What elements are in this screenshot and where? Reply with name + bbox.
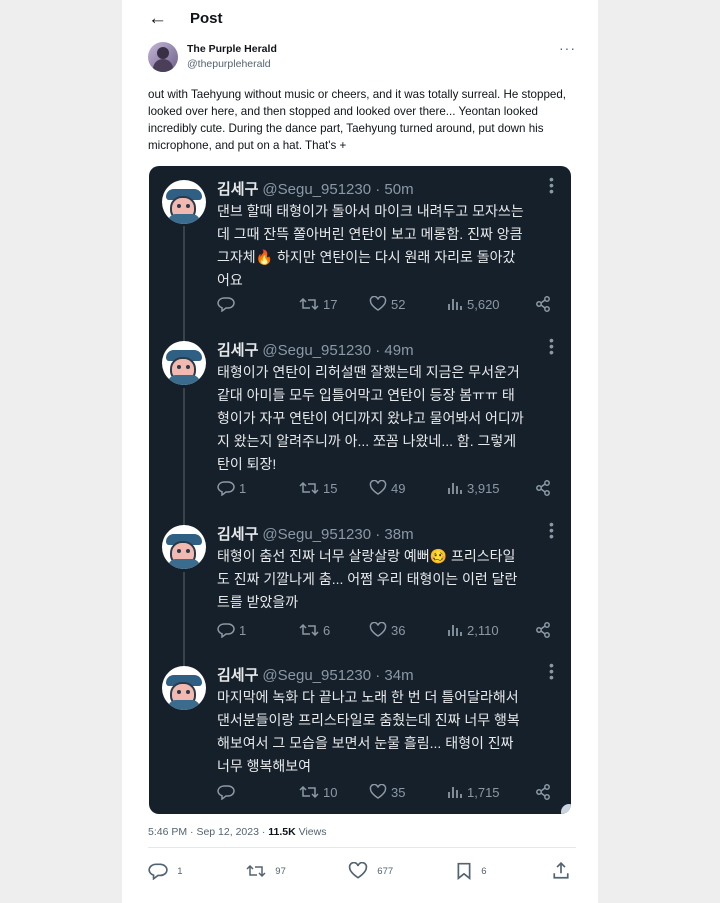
tweet-author-name: 김세구 bbox=[217, 526, 259, 543]
share-icon bbox=[535, 480, 555, 496]
more-icon: • • • bbox=[549, 657, 554, 685]
views-icon: 2,110 bbox=[447, 622, 499, 638]
share-icon bbox=[553, 862, 569, 879]
action-bar: 1 97 677 6 bbox=[148, 862, 576, 882]
author-row: The Purple Herald @thepurpleherald ··· bbox=[148, 40, 576, 76]
tweet-actions: 1 6 36 2,110 bbox=[217, 622, 551, 640]
retweet-icon: 17 bbox=[299, 296, 337, 312]
thread-line bbox=[183, 572, 185, 670]
like-icon: 49 bbox=[369, 480, 405, 496]
share-icon bbox=[535, 622, 555, 638]
reply-icon bbox=[217, 296, 239, 312]
like-icon: 35 bbox=[369, 784, 405, 800]
like-icon: 52 bbox=[369, 296, 405, 312]
retweet-icon: 10 bbox=[299, 784, 337, 800]
arrow-left-icon[interactable]: ← bbox=[148, 8, 167, 30]
reply-button[interactable]: 1 bbox=[148, 862, 183, 880]
like-button[interactable]: 677 bbox=[348, 862, 393, 880]
tweet-author-name: 김세구 bbox=[217, 181, 259, 198]
share-icon bbox=[535, 784, 555, 800]
author-handle[interactable]: @thepurpleherald bbox=[187, 58, 271, 70]
tweet-text: 태형이가 연탄이 리허설땐 잘했는데 지금은 무서운거 같대 아미들 모두 입틀… bbox=[217, 364, 524, 472]
reply-icon: 1 bbox=[217, 480, 246, 496]
page-title: Post bbox=[190, 10, 223, 27]
embedded-screenshot: 김세구 @Segu_951230 · 50m • • • 댄브 할때 태형이가 돌… bbox=[149, 166, 571, 814]
more-icon[interactable]: ··· bbox=[559, 40, 576, 56]
tweet-handle: @Segu_951230 bbox=[262, 342, 372, 359]
tweet-handle: @Segu_951230 bbox=[262, 667, 372, 684]
like-icon: 36 bbox=[369, 622, 405, 638]
thread-line bbox=[183, 388, 185, 526]
tweet-time: 50m bbox=[384, 181, 414, 198]
tweet-handle: @Segu_951230 bbox=[262, 181, 372, 198]
tweet-actions: 10 35 1,715 bbox=[217, 784, 551, 802]
more-icon: • • • bbox=[549, 332, 554, 360]
tweet-text: 댄브 할때 태형이가 돌아서 마이크 내려두고 모자쓰는 데 그때 잔뜩 쫄아버… bbox=[217, 203, 524, 288]
like-icon bbox=[348, 862, 368, 879]
tweet-author-name: 김세구 bbox=[217, 667, 259, 684]
corner-badge bbox=[561, 804, 571, 814]
post-text: out with Taehyung without music or cheer… bbox=[148, 88, 567, 152]
author-name[interactable]: The Purple Herald bbox=[187, 43, 277, 55]
share-button[interactable] bbox=[552, 862, 574, 880]
bookmark-icon bbox=[457, 862, 471, 880]
post-timestamp: 5:46 PM · Sep 12, 2023 · 11.5K Views bbox=[148, 826, 327, 838]
avatar bbox=[162, 180, 206, 224]
tweet-actions: 1 15 49 3,915 bbox=[217, 480, 551, 498]
reply-icon bbox=[148, 863, 168, 880]
reply-icon bbox=[217, 784, 239, 800]
views-icon: 1,715 bbox=[447, 784, 500, 800]
divider bbox=[148, 847, 576, 848]
tweet-text: 마지막에 녹화 다 끝나고 노래 한 번 더 틀어달라해서 댄서분들이랑 프리스… bbox=[217, 689, 520, 774]
tweet-time: 38m bbox=[384, 526, 414, 543]
header: ← Post bbox=[122, 0, 598, 40]
avatar bbox=[162, 341, 206, 385]
tweet-handle: @Segu_951230 bbox=[262, 526, 372, 543]
tweet-actions: 17 52 5,620 bbox=[217, 296, 551, 314]
retweet-icon: 6 bbox=[299, 622, 330, 638]
views-icon: 5,620 bbox=[447, 296, 500, 312]
more-icon: • • • bbox=[549, 171, 554, 199]
repost-icon bbox=[246, 864, 266, 878]
bookmark-button[interactable]: 6 bbox=[456, 862, 487, 880]
avatar bbox=[162, 666, 206, 710]
share-icon bbox=[535, 296, 555, 312]
views-icon: 3,915 bbox=[447, 480, 500, 496]
more-icon: • • • bbox=[549, 516, 554, 544]
repost-button[interactable]: 97 bbox=[246, 862, 286, 880]
tweet-time: 34m bbox=[384, 667, 414, 684]
views-count: 11.5K bbox=[268, 826, 296, 838]
thread-line bbox=[183, 226, 185, 354]
tweet-author-name: 김세구 bbox=[217, 342, 259, 359]
tweet-time: 49m bbox=[384, 342, 414, 359]
reply-icon: 1 bbox=[217, 622, 246, 638]
tweet-text: 태형이 춤선 진짜 너무 살랑살랑 예뻐🥴 프리스타일 도 진짜 기깔나게 춤.… bbox=[217, 548, 518, 610]
author-avatar[interactable] bbox=[148, 42, 178, 72]
retweet-icon: 15 bbox=[299, 480, 337, 496]
avatar bbox=[162, 525, 206, 569]
post-page: ← Post The Purple Herald @thepurpleheral… bbox=[122, 0, 598, 903]
